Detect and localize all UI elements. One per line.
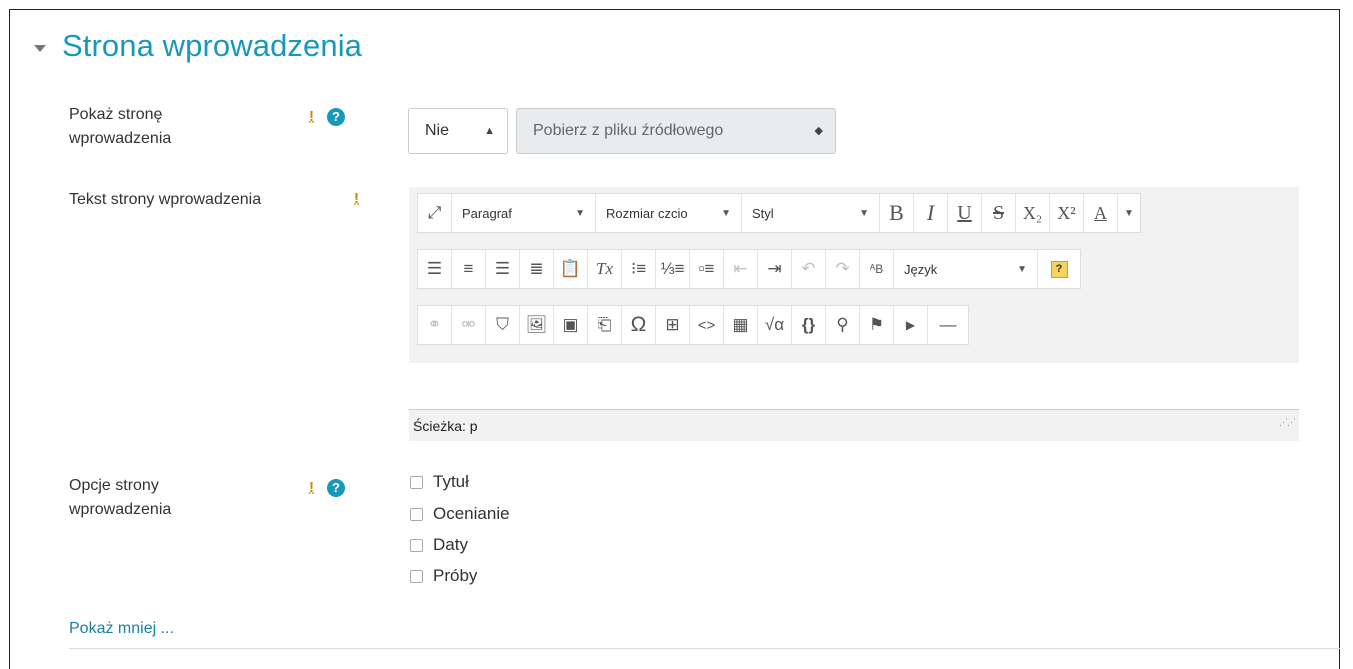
language-value: Język bbox=[904, 261, 938, 277]
toolbar-row-1: ⤢ Paragraf ▼ Rozmiar czcio ▼ Styl ▼ B I … bbox=[417, 193, 1141, 233]
align-right-icon[interactable]: ☰ bbox=[486, 250, 520, 288]
flag-icon[interactable]: ⚑ bbox=[860, 306, 894, 344]
show-intro-label-line2: wprowadzenia bbox=[69, 130, 172, 147]
intro-options-label-line2: wprowadzenia bbox=[69, 501, 172, 518]
divider bbox=[69, 648, 1340, 649]
screenreader-icon[interactable]: ▦ bbox=[724, 306, 758, 344]
intro-options-label: Opcje strony wprowadzenia bbox=[69, 474, 171, 522]
intro-options-label-line1: Opcje strony bbox=[69, 477, 159, 494]
bullet-list-icon[interactable]: ⁝≡ bbox=[622, 250, 656, 288]
horizontal-rule-icon[interactable]: — bbox=[928, 306, 968, 344]
checkbox[interactable] bbox=[410, 475, 423, 489]
font-size-dropdown[interactable]: Rozmiar czcio ▼ bbox=[596, 194, 742, 232]
toolbar-row-3: ⚭ ⚮ ⛉ 🖼 ▣ ⎗ Ω ⊞ <> ▦ √α {} ⚲ ⚑ ▶ — bbox=[417, 305, 969, 345]
option-label: Tytuł bbox=[433, 472, 469, 491]
font-size-value: Rozmiar czcio bbox=[606, 205, 688, 221]
checkbox[interactable] bbox=[410, 538, 423, 552]
section-title: Strona wprowadzenia bbox=[62, 28, 363, 63]
accessibility-checker-icon[interactable]: ⚲ bbox=[826, 306, 860, 344]
media-icon[interactable]: ▣ bbox=[554, 306, 588, 344]
subscript-icon[interactable]: X₂ bbox=[1016, 194, 1050, 232]
editor-path: Ścieżka: p bbox=[413, 418, 478, 434]
redo-icon: ↷ bbox=[826, 250, 860, 288]
omega-icon[interactable]: Ω bbox=[622, 306, 656, 344]
align-justify-icon[interactable]: ≣ bbox=[520, 250, 554, 288]
resize-grip-icon[interactable]: ⋰⋰ bbox=[1279, 406, 1296, 438]
style-dropdown[interactable]: Styl ▼ bbox=[742, 194, 880, 232]
editor-toolbar: ⤢ Paragraf ▼ Rozmiar czcio ▼ Styl ▼ B I … bbox=[409, 187, 1299, 363]
style-value: Styl bbox=[752, 205, 774, 221]
section-header[interactable]: Strona wprowadzenia bbox=[34, 28, 362, 64]
manage-files-icon[interactable]: ⎗ bbox=[588, 306, 622, 344]
show-less-link[interactable]: Pokaż mniej ... bbox=[69, 620, 174, 638]
intro-text-label: Tekst strony wprowadzenia bbox=[69, 191, 262, 208]
font-color-icon[interactable]: A bbox=[1084, 194, 1118, 232]
dropdown-arrow-icon: ▼ bbox=[1017, 263, 1027, 275]
option-label: Próby bbox=[433, 566, 478, 585]
select-arrows-icon: ▲ bbox=[484, 125, 495, 137]
definition-list-icon[interactable]: ▫≡ bbox=[690, 250, 724, 288]
image-icon[interactable]: 🖼 bbox=[520, 306, 554, 344]
equation-icon[interactable]: √α bbox=[758, 306, 792, 344]
outdent-icon: ⇤ bbox=[724, 250, 758, 288]
font-case-icon[interactable]: ᴬB bbox=[860, 250, 894, 288]
table-icon[interactable]: ⊞ bbox=[656, 306, 690, 344]
paste-word-icon[interactable]: 📋 bbox=[554, 250, 588, 288]
option-title[interactable]: Tytuł bbox=[410, 472, 469, 492]
checkbox[interactable] bbox=[410, 507, 423, 521]
show-intro-select[interactable]: Nie ▲ bbox=[408, 108, 508, 154]
option-attempts[interactable]: Próby bbox=[410, 566, 477, 586]
required-icon: ! bbox=[309, 108, 314, 125]
editor-statusbar: Ścieżka: p ⋰⋰ bbox=[409, 409, 1299, 441]
numbered-list-icon[interactable]: ⅓≡ bbox=[656, 250, 690, 288]
select-arrows-icon: ◆ bbox=[814, 125, 823, 137]
bold-icon[interactable]: B bbox=[880, 194, 914, 232]
required-icon: ! bbox=[354, 190, 359, 207]
youtube-icon[interactable]: ▶ bbox=[894, 306, 928, 344]
braces-icon[interactable]: {} bbox=[792, 306, 826, 344]
italic-icon[interactable]: I bbox=[914, 194, 948, 232]
unlink-icon: ⚮ bbox=[452, 306, 486, 344]
more-options-chevron-icon[interactable]: ▼ bbox=[1118, 194, 1140, 232]
show-intro-select-value: Nie bbox=[425, 122, 450, 139]
show-intro-label: Pokaż stronę wprowadzenia bbox=[69, 103, 171, 151]
undo-icon: ↶ bbox=[792, 250, 826, 288]
toolbar-row-2: ☰ ≡ ☰ ≣ 📋 Tx ⁝≡ ⅓≡ ▫≡ ⇤ ⇥ ↶ ↷ ᴬB Język ▼… bbox=[417, 249, 1081, 289]
dropdown-arrow-icon: ▼ bbox=[721, 207, 731, 219]
collapse-triangle-icon[interactable] bbox=[34, 44, 46, 52]
toolbar-help-icon: ? bbox=[1050, 260, 1068, 278]
intro-source-select-value: Pobierz z pliku źródłowego bbox=[533, 122, 724, 139]
align-center-icon[interactable]: ≡ bbox=[452, 250, 486, 288]
superscript-icon[interactable]: X² bbox=[1050, 194, 1084, 232]
link-icon: ⚭ bbox=[418, 306, 452, 344]
editor-content-area[interactable] bbox=[409, 363, 1299, 409]
option-grading[interactable]: Ocenianie bbox=[410, 504, 510, 524]
underline-icon[interactable]: U bbox=[948, 194, 982, 232]
option-dates[interactable]: Daty bbox=[410, 535, 468, 555]
clear-formatting-icon[interactable]: Tx bbox=[588, 250, 622, 288]
bookmark-icon[interactable]: ⛉ bbox=[486, 306, 520, 344]
dropdown-arrow-icon: ▼ bbox=[859, 207, 869, 219]
indent-icon[interactable]: ⇥ bbox=[758, 250, 792, 288]
intro-source-select: Pobierz z pliku źródłowego ◆ bbox=[516, 108, 836, 154]
help-icon[interactable]: ? bbox=[327, 479, 345, 497]
show-intro-label-line1: Pokaż stronę bbox=[69, 106, 163, 123]
strikethrough-icon[interactable]: S bbox=[982, 194, 1016, 232]
code-icon[interactable]: <> bbox=[690, 306, 724, 344]
language-dropdown[interactable]: Język ▼ bbox=[894, 250, 1038, 288]
toolbar-help-button[interactable]: ? bbox=[1038, 250, 1080, 288]
checkbox[interactable] bbox=[410, 569, 423, 583]
option-label: Daty bbox=[433, 535, 468, 554]
required-icon: ! bbox=[309, 479, 314, 496]
option-label: Ocenianie bbox=[433, 504, 510, 523]
dropdown-arrow-icon: ▼ bbox=[575, 207, 585, 219]
fullscreen-icon[interactable]: ⤢ bbox=[418, 194, 452, 232]
paragraph-format-dropdown[interactable]: Paragraf ▼ bbox=[452, 194, 596, 232]
help-icon[interactable]: ? bbox=[327, 108, 345, 126]
align-left-icon[interactable]: ☰ bbox=[418, 250, 452, 288]
paragraph-format-value: Paragraf bbox=[462, 205, 512, 221]
